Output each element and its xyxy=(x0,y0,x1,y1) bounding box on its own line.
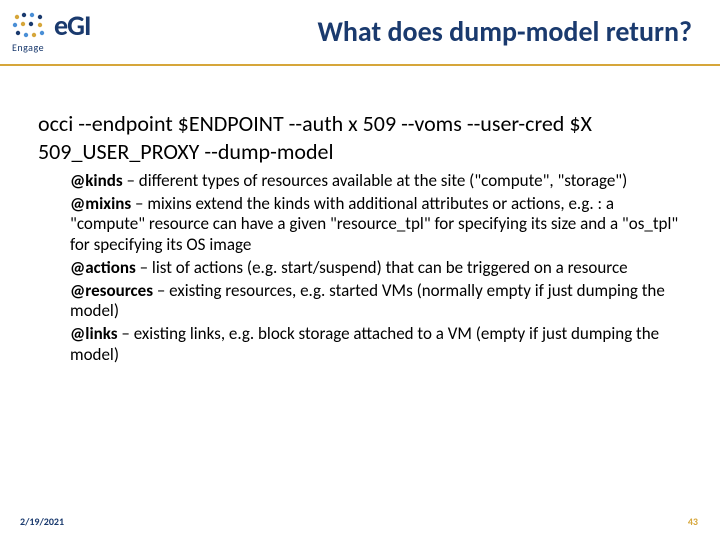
title-divider xyxy=(0,64,720,66)
egi-logo: eGI Engage xyxy=(12,8,132,58)
slide-body: occi --endpoint $ENDPOINT --auth x 509 -… xyxy=(38,110,690,368)
def-links: @links – existing links, e.g. block stor… xyxy=(70,324,690,365)
footer-date: 2/19/2021 xyxy=(20,515,64,528)
def-actions: @actions – list of actions (e.g. start/s… xyxy=(70,258,690,279)
footer-page-number: 43 xyxy=(688,515,698,528)
def-mixins: @mixins – mixins extend the kinds with a… xyxy=(70,194,690,256)
logo-text: eGI xyxy=(54,8,90,43)
definitions: @kinds – different types of resources av… xyxy=(70,171,690,366)
slide-title: What does dump-model return? xyxy=(318,14,693,49)
def-resources: @resources – existing resources, e.g. st… xyxy=(70,281,690,322)
logo-dots-icon xyxy=(12,11,48,41)
command-line: occi --endpoint $ENDPOINT --auth x 509 -… xyxy=(38,110,690,165)
def-kinds: @kinds – different types of resources av… xyxy=(70,171,690,192)
